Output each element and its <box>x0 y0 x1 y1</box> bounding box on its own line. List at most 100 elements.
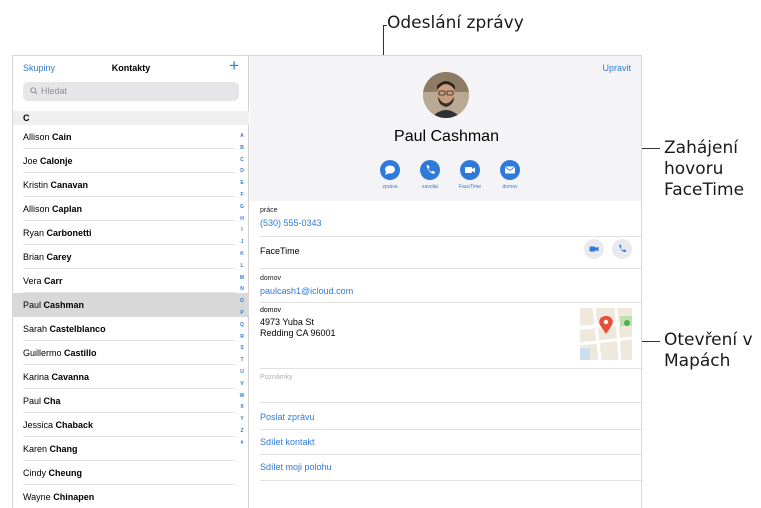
callout-send-message: Odeslání zprávy <box>387 13 524 33</box>
add-contact-button[interactable]: + <box>229 57 239 74</box>
ipad-screen: Skupiny Kontakty + Hledat C Allison Cain… <box>12 55 642 508</box>
index-letter[interactable]: R <box>237 332 247 344</box>
callout-maps: Otevření v Mapách <box>664 330 753 372</box>
contact-first-name: Allison <box>23 132 50 142</box>
contact-row[interactable]: Jessica Chaback <box>13 413 249 437</box>
divider <box>260 480 641 481</box>
share-contact-link[interactable]: Sdílet kontakt <box>260 437 315 447</box>
callout-facetime-line3: FaceTime <box>664 180 745 200</box>
share-location-link[interactable]: Sdílet moji polohu <box>260 462 332 472</box>
index-letter[interactable]: G <box>237 202 247 214</box>
contact-first-name: Ryan <box>23 228 45 238</box>
index-letter[interactable]: B <box>237 143 247 155</box>
contact-first-name: Karina <box>23 372 50 382</box>
mail-action[interactable]: domov <box>490 160 530 190</box>
search-field[interactable]: Hledat <box>23 82 239 101</box>
contact-last-name: Chaback <box>55 420 94 430</box>
index-letter[interactable]: V <box>237 379 247 391</box>
callout-facetime-line2: hovoru <box>664 159 724 179</box>
address-line-2: Redding CA 96001 <box>260 328 336 338</box>
contact-row[interactable]: Joe Calonje <box>13 149 249 173</box>
contact-first-name: Brian <box>23 252 45 262</box>
mail-icon <box>500 160 520 180</box>
contact-last-name: Caplan <box>52 204 83 214</box>
index-letter[interactable]: P <box>237 308 247 320</box>
index-letter[interactable]: X <box>237 402 247 414</box>
contact-last-name: Chang <box>49 444 78 454</box>
contacts-list-pane: Skupiny Kontakty + Hledat C Allison Cain… <box>13 56 249 508</box>
contact-row[interactable]: Ryan Carbonetti <box>13 221 249 245</box>
address-line-1: 4973 Yuba St <box>260 317 314 327</box>
divider <box>260 368 641 369</box>
call-action[interactable]: zavolat <box>410 160 450 190</box>
contact-last-name: Cheung <box>48 468 83 478</box>
contacts-list: Allison Cain Joe Calonje Kristin Canavan Al… <box>13 125 249 508</box>
phone-value[interactable]: (530) 555-0343 <box>260 218 633 228</box>
index-letter[interactable]: T <box>237 355 247 367</box>
index-letter[interactable]: # <box>237 438 247 450</box>
contact-row[interactable]: Cindy Cheung <box>13 461 249 485</box>
index-letter[interactable]: L <box>237 261 247 273</box>
notes-field[interactable]: Poznámky <box>260 374 293 381</box>
contact-row[interactable]: Wayne Chinapen <box>13 485 249 508</box>
contact-row[interactable]: Sarah Castelblanco <box>13 317 249 341</box>
message-action[interactable]: zpráva <box>370 160 410 190</box>
divider <box>260 402 641 403</box>
index-letter[interactable]: U <box>237 367 247 379</box>
address-label: domov <box>260 307 282 314</box>
facetime-action[interactable]: FaceTime <box>450 160 490 190</box>
email-field: domov paulcash1@icloud.com <box>260 275 633 296</box>
contact-row[interactable]: Brian Carey <box>13 245 249 269</box>
index-letter[interactable]: A <box>237 131 247 143</box>
index-letter[interactable]: F <box>237 190 247 202</box>
index-letter[interactable]: Q <box>237 320 247 332</box>
contact-row[interactable]: Paul Cha <box>13 389 249 413</box>
contact-name: Paul Cashman <box>394 128 499 145</box>
index-letter[interactable]: C <box>237 155 247 167</box>
index-letter[interactable]: H <box>237 214 247 226</box>
index-letter[interactable]: I <box>237 225 247 237</box>
contact-row[interactable]: Karen Chang <box>13 437 249 461</box>
message-icon <box>380 160 400 180</box>
facetime-audio-button[interactable] <box>612 239 632 259</box>
index-letter[interactable]: D <box>237 166 247 178</box>
index-letter[interactable]: Z <box>237 426 247 438</box>
contact-row[interactable]: Karina Cavanna <box>13 365 249 389</box>
map-icon <box>580 308 632 360</box>
send-message-link[interactable]: Poslat zprávu <box>260 412 315 422</box>
index-letter[interactable]: J <box>237 237 247 249</box>
contact-row[interactable]: Allison Cain <box>13 125 249 149</box>
video-icon <box>460 160 480 180</box>
email-value[interactable]: paulcash1@icloud.com <box>260 286 633 296</box>
contact-first-name: Cindy <box>23 468 47 478</box>
contact-row[interactable]: Allison Caplan <box>13 197 249 221</box>
index-letter[interactable]: Y <box>237 414 247 426</box>
index-letter[interactable]: K <box>237 249 247 261</box>
contact-last-name: Cashman <box>43 300 85 310</box>
contact-last-name: Cha <box>43 396 61 406</box>
index-letter[interactable]: S <box>237 343 247 355</box>
index-letter[interactable]: O <box>237 296 247 308</box>
alphabet-index[interactable]: A B C D E F G H I J K L M N O P Q R S T U V W X Y Z # <box>237 131 247 450</box>
contact-first-name: Kristin <box>23 180 49 190</box>
index-letter[interactable]: M <box>237 273 247 285</box>
edit-button[interactable]: Upravit <box>602 63 631 73</box>
index-letter[interactable]: E <box>237 178 247 190</box>
callout-maps-line1: Otevření v <box>664 330 753 350</box>
contact-row[interactable]: Paul Cashman <box>13 293 249 317</box>
address-field[interactable]: domov 4973 Yuba St Redding CA 96001 <box>260 307 336 339</box>
contact-row[interactable]: Kristin Canavan <box>13 173 249 197</box>
contact-row[interactable]: Vera Carr <box>13 269 249 293</box>
index-letter[interactable]: N <box>237 284 247 296</box>
contact-actions: zpráva zavolat FaceTime domov <box>370 160 530 194</box>
contact-row[interactable]: Guillermo Castillo <box>13 341 249 365</box>
phone-icon <box>619 244 627 253</box>
avatar <box>423 72 469 118</box>
facetime-video-button[interactable] <box>584 239 604 259</box>
contact-last-name: Chinapen <box>53 492 95 502</box>
callout-facetime: Zahájení hovoru FaceTime <box>664 138 744 201</box>
contact-last-name: Canavan <box>50 180 89 190</box>
avatar-photo <box>423 72 469 118</box>
index-letter[interactable]: W <box>237 391 247 403</box>
map-thumbnail[interactable] <box>580 308 632 360</box>
